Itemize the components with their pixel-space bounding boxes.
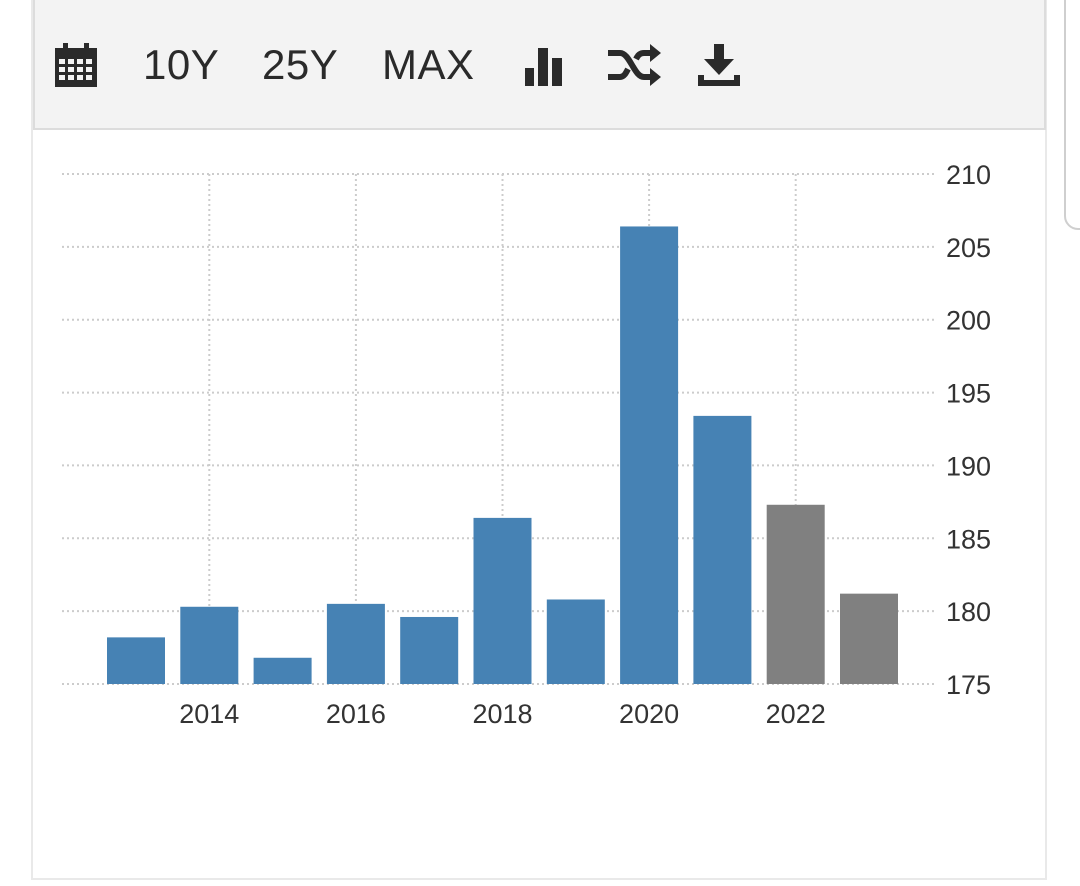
data-bar[interactable] xyxy=(326,603,385,684)
data-bar[interactable] xyxy=(180,606,239,684)
x-tick-label: 2016 xyxy=(326,699,386,729)
y-tick-label: 200 xyxy=(946,306,991,336)
data-bar[interactable] xyxy=(620,226,679,684)
y-tick-label: 175 xyxy=(946,670,991,700)
data-bar[interactable] xyxy=(400,616,459,684)
x-tick-label: 2014 xyxy=(179,699,239,729)
y-tick-label: 180 xyxy=(946,597,991,627)
forecast-bar[interactable] xyxy=(840,593,898,684)
data-bar[interactable] xyxy=(253,657,312,684)
x-tick-label: 2022 xyxy=(766,699,826,729)
y-tick-label: 185 xyxy=(946,524,991,554)
data-bar[interactable] xyxy=(473,517,532,684)
y-tick-label: 205 xyxy=(946,233,991,263)
data-bar[interactable] xyxy=(107,637,165,684)
bar-chart: 175 180 185 190 195 200 205 210 2014 2016 2018 2020… xyxy=(62,160,991,729)
x-tick-label: 2018 xyxy=(472,699,532,729)
forecast-bar[interactable] xyxy=(766,504,825,684)
y-tick-label: 195 xyxy=(946,379,991,409)
data-bar[interactable] xyxy=(693,415,752,684)
x-tick-label: 2020 xyxy=(619,699,679,729)
y-tick-label: 190 xyxy=(946,451,991,481)
y-tick-label: 210 xyxy=(946,160,991,190)
data-bar[interactable] xyxy=(546,599,605,684)
